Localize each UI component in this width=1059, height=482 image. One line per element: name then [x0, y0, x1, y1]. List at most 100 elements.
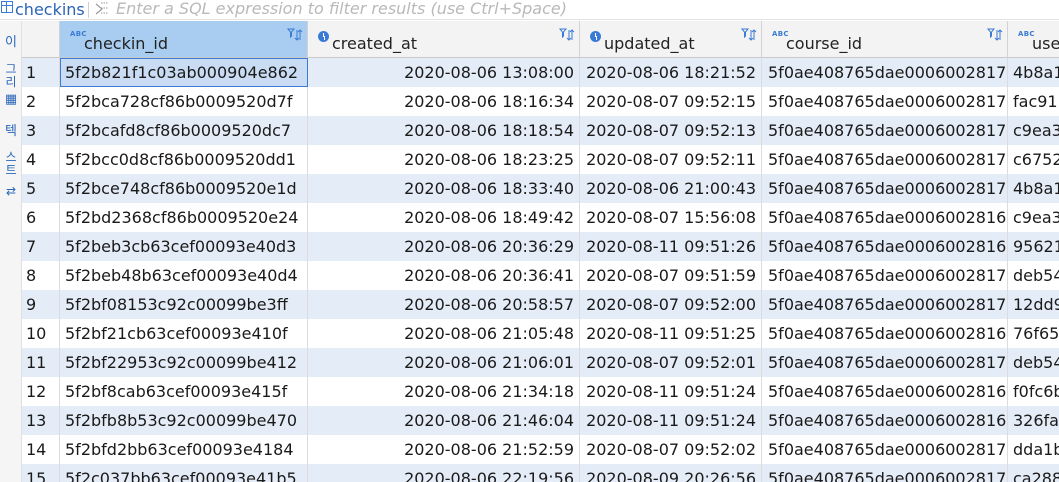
cell-user[interactable]: 4b8a1 [1008, 58, 1059, 87]
cell-checkin-id[interactable]: 5f2bfd2bb63cef00093e4184 [60, 435, 308, 464]
table-row[interactable]: 11 5f2bf22953c92c00099be412 2020-08-06 21:… [22, 348, 1059, 377]
cell-checkin-id[interactable]: 5f2bcc0d8cf86b0009520dd1 [60, 145, 308, 174]
cell-updated-at[interactable]: 2020-08-07 09:52:15 [580, 87, 762, 116]
cell-updated-at[interactable]: 2020-08-07 15:56:08 [580, 203, 762, 232]
cell-updated-at[interactable]: 2020-08-11 09:51:25 [580, 319, 762, 348]
cell-user[interactable]: 95621 [1008, 232, 1059, 261]
cell-course-id[interactable]: 5f0ae408765dae0006002817 [762, 348, 1008, 377]
cell-checkin-id[interactable]: 5f2bfb8b53c92c00099be470 [60, 406, 308, 435]
column-header-created-at[interactable]: created_at [308, 21, 580, 58]
cell-created-at[interactable]: 2020-08-06 18:33:40 [308, 174, 580, 203]
cell-created-at[interactable]: 2020-08-06 18:16:34 [308, 87, 580, 116]
cell-checkin-id[interactable]: 5f2bca728cf86b0009520d7f [60, 87, 308, 116]
filter-sort-icon[interactable] [559, 28, 575, 42]
cell-course-id[interactable]: 5f0ae408765dae0006002817 [762, 174, 1008, 203]
cell-user[interactable]: ca288 [1008, 464, 1059, 482]
cell-created-at[interactable]: 2020-08-06 21:46:04 [308, 406, 580, 435]
table-row[interactable]: 6 5f2bd2368cf86b0009520e24 2020-08-06 18:4… [22, 203, 1059, 232]
column-header-course-id[interactable]: ABC course_id [762, 21, 1008, 58]
cell-updated-at[interactable]: 2020-08-07 09:52:13 [580, 116, 762, 145]
table-row[interactable]: 3 5f2bcafd8cf86b0009520dc7 2020-08-06 18:1… [22, 116, 1059, 145]
cell-user[interactable]: c9ea3 [1008, 116, 1059, 145]
filter-sort-icon[interactable] [741, 28, 757, 42]
column-header-updated-at[interactable]: updated_at [580, 21, 762, 58]
table-row[interactable]: 12 5f2bf8cab63cef00093e415f 2020-08-06 21:… [22, 377, 1059, 406]
cell-course-id[interactable]: 5f0ae408765dae0006002817 [762, 58, 1008, 87]
cell-checkin-id[interactable]: 5f2beb3cb63cef00093e40d3 [60, 232, 308, 261]
cell-course-id[interactable]: 5f0ae408765dae0006002817 [762, 145, 1008, 174]
cell-course-id[interactable]: 5f0ae408765dae0006002817 [762, 87, 1008, 116]
table-row[interactable]: 8 5f2beb48b63cef00093e40d4 2020-08-06 20:3… [22, 261, 1059, 290]
cell-created-at[interactable]: 2020-08-06 18:49:42 [308, 203, 580, 232]
cell-user[interactable]: 76f65 [1008, 319, 1059, 348]
table-row[interactable]: 2 5f2bca728cf86b0009520d7f 2020-08-06 18:1… [22, 87, 1059, 116]
cell-course-id[interactable]: 5f0ae408765dae0006002817 [762, 116, 1008, 145]
cell-checkin-id[interactable]: 5f2bf21cb63cef00093e410f [60, 319, 308, 348]
table-row[interactable]: 15 5f2c037bb63cef00093e41b5 2020-08-06 22:… [22, 464, 1059, 482]
cell-created-at[interactable]: 2020-08-06 20:36:29 [308, 232, 580, 261]
cell-course-id[interactable]: 5f0ae408765dae0006002816 [762, 377, 1008, 406]
cell-created-at[interactable]: 2020-08-06 18:23:25 [308, 145, 580, 174]
filter-sort-icon[interactable] [287, 28, 303, 42]
cell-updated-at[interactable]: 2020-08-07 09:52:01 [580, 348, 762, 377]
cell-checkin-id[interactable]: 5f2bf8cab63cef00093e415f [60, 377, 308, 406]
table-row[interactable]: 1 5f2b821f1c03ab000904e862 2020-08-06 13:0… [22, 58, 1059, 87]
cell-user[interactable]: deb54 [1008, 348, 1059, 377]
cell-course-id[interactable]: 5f0ae408765dae0006002816 [762, 406, 1008, 435]
table-row[interactable]: 13 5f2bfb8b53c92c00099be470 2020-08-06 21:… [22, 406, 1059, 435]
cell-updated-at[interactable]: 2020-08-11 09:51:24 [580, 406, 762, 435]
cell-user[interactable]: 326fa [1008, 406, 1059, 435]
cell-checkin-id[interactable]: 5f2bce748cf86b0009520e1d [60, 174, 308, 203]
cell-course-id[interactable]: 5f0ae408765dae0006002816 [762, 232, 1008, 261]
cell-course-id[interactable]: 5f0ae408765dae0006002817 [762, 290, 1008, 319]
cell-created-at[interactable]: 2020-08-06 21:05:48 [308, 319, 580, 348]
filter-sort-icon[interactable] [987, 28, 1003, 42]
cell-user[interactable]: deb54 [1008, 261, 1059, 290]
cell-updated-at[interactable]: 2020-08-06 18:21:52 [580, 58, 762, 87]
cell-checkin-id[interactable]: 5f2bf08153c92c00099be3ff [60, 290, 308, 319]
side-toolbar-item[interactable]: 스트 [2, 151, 20, 177]
table-row[interactable]: 10 5f2bf21cb63cef00093e410f 2020-08-06 21:… [22, 319, 1059, 348]
cell-user[interactable]: c6752 [1008, 145, 1059, 174]
table-row[interactable]: 7 5f2beb3cb63cef00093e40d3 2020-08-06 20:3… [22, 232, 1059, 261]
column-header-checkin-id[interactable]: ABC checkin_id [60, 21, 308, 58]
cell-user[interactable]: 4b8a1 [1008, 174, 1059, 203]
cell-user[interactable]: f0fc6b [1008, 377, 1059, 406]
cell-user[interactable]: dda1b [1008, 435, 1059, 464]
cell-created-at[interactable]: 2020-08-06 13:08:00 [308, 58, 580, 87]
cell-checkin-id[interactable]: 5f2c037bb63cef00093e41b5 [60, 464, 308, 482]
side-toolbar-item[interactable]: 이 [2, 36, 20, 49]
cell-checkin-id[interactable]: 5f2beb48b63cef00093e40d4 [60, 261, 308, 290]
table-row[interactable]: 4 5f2bcc0d8cf86b0009520dd1 2020-08-06 18:2… [22, 145, 1059, 174]
side-toolbar-item[interactable]: 텍 [2, 125, 20, 138]
cell-course-id[interactable]: 5f0ae408765dae0006002816 [762, 319, 1008, 348]
filter-expression-icon[interactable] [95, 2, 109, 15]
cell-user[interactable]: c9ea3 [1008, 203, 1059, 232]
side-toolbar-item[interactable]: 그리 [2, 63, 20, 89]
cell-course-id[interactable]: 5f0ae408765dae0006002817 [762, 464, 1008, 482]
table-row[interactable]: 5 5f2bce748cf86b0009520e1d 2020-08-06 18:3… [22, 174, 1059, 203]
cell-checkin-id[interactable]: 5f2bf22953c92c00099be412 [60, 348, 308, 377]
cell-updated-at[interactable]: 2020-08-07 09:52:02 [580, 435, 762, 464]
cell-created-at[interactable]: 2020-08-06 18:18:54 [308, 116, 580, 145]
cell-checkin-id[interactable]: 5f2bd2368cf86b0009520e24 [60, 203, 308, 232]
cell-created-at[interactable]: 2020-08-06 22:19:56 [308, 464, 580, 482]
cell-updated-at[interactable]: 2020-08-07 09:52:00 [580, 290, 762, 319]
grid-view-icon[interactable]: ▦ [2, 93, 20, 106]
table-row[interactable]: 9 5f2bf08153c92c00099be3ff 2020-08-06 20:5… [22, 290, 1059, 319]
cell-course-id[interactable]: 5f0ae408765dae0006002817 [762, 261, 1008, 290]
cell-created-at[interactable]: 2020-08-06 20:58:57 [308, 290, 580, 319]
cell-updated-at[interactable]: 2020-08-09 20:26:56 [580, 464, 762, 482]
table-tag[interactable]: checkins [0, 0, 85, 20]
cell-created-at[interactable]: 2020-08-06 21:06:01 [308, 348, 580, 377]
swap-icon[interactable]: ⇄ [2, 185, 20, 198]
column-header-user[interactable]: ABC use [1008, 21, 1059, 58]
filter-input[interactable]: Enter a SQL expression to filter results… [116, 0, 567, 20]
cell-created-at[interactable]: 2020-08-06 20:36:41 [308, 261, 580, 290]
cell-checkin-id[interactable]: 5f2bcafd8cf86b0009520dc7 [60, 116, 308, 145]
cell-updated-at[interactable]: 2020-08-06 21:00:43 [580, 174, 762, 203]
cell-checkin-id[interactable]: 5f2b821f1c03ab000904e862 [60, 58, 308, 87]
cell-course-id[interactable]: 5f0ae408765dae0006002817 [762, 435, 1008, 464]
cell-course-id[interactable]: 5f0ae408765dae0006002816 [762, 203, 1008, 232]
cell-updated-at[interactable]: 2020-08-11 09:51:24 [580, 377, 762, 406]
